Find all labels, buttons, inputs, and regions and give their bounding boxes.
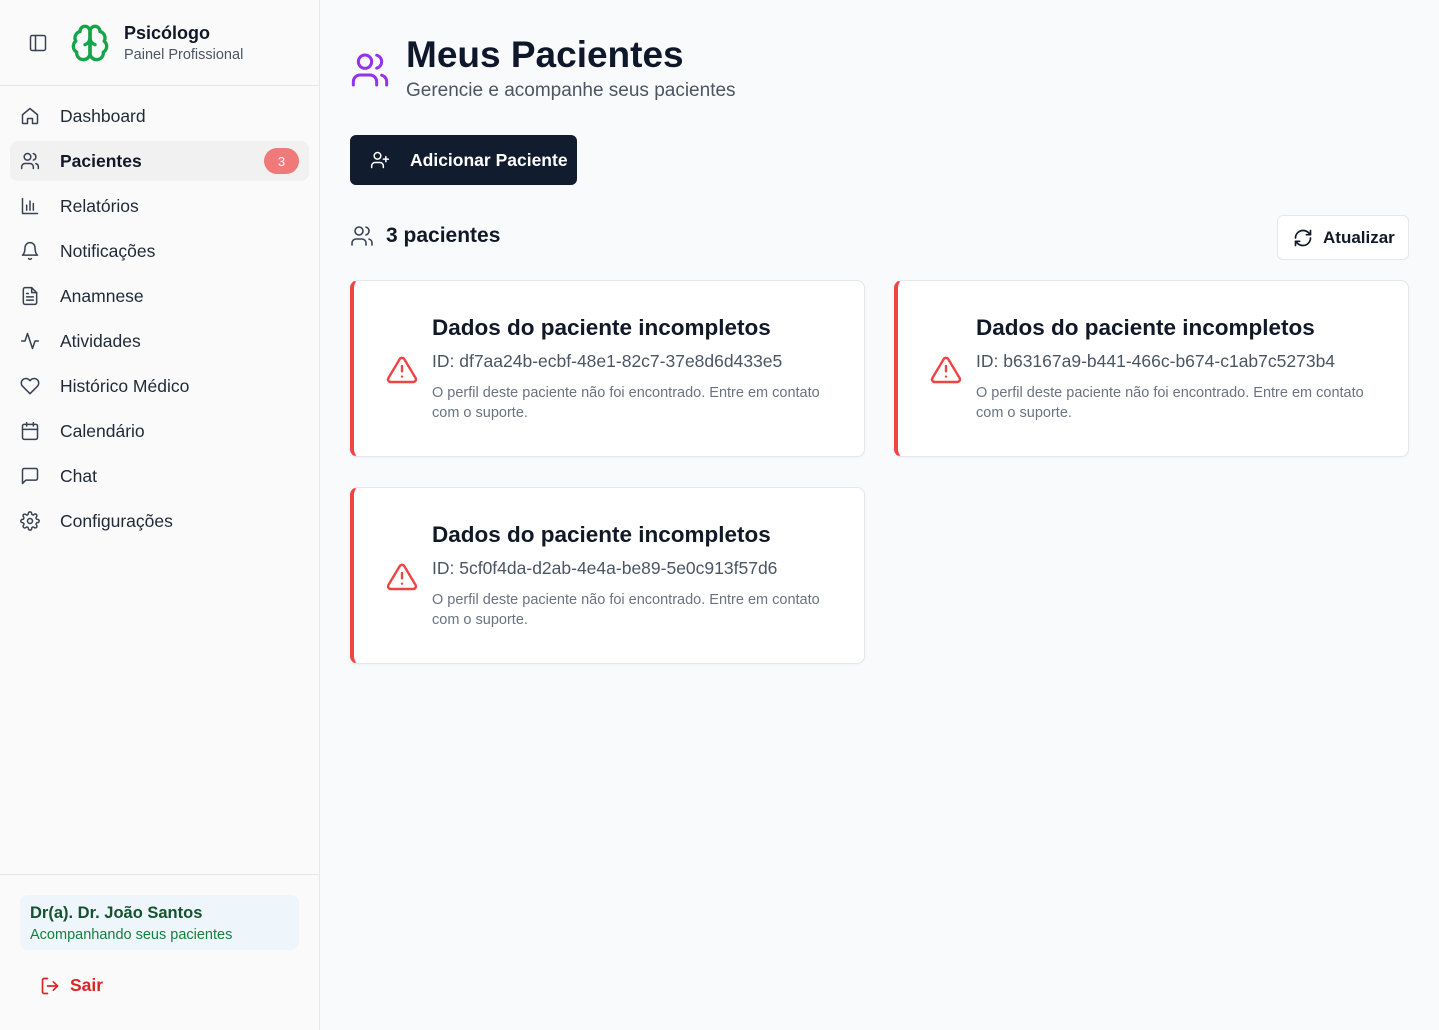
brand: Psicólogo Painel Profissional (124, 23, 243, 63)
sidebar-item-label: Atividades (60, 330, 141, 351)
users-icon (350, 50, 390, 90)
user-name: Dr(a). Dr. João Santos (30, 904, 203, 922)
users-icon (20, 151, 40, 171)
home-icon (20, 106, 40, 126)
settings-icon (20, 511, 40, 531)
sidebar: Psicólogo Painel Profissional Dashboard … (0, 0, 320, 1030)
brain-logo-icon (70, 23, 110, 63)
add-patient-button[interactable]: Adicionar Paciente (350, 135, 577, 185)
patient-card[interactable]: Dados do paciente incompletos ID: b63167… (894, 280, 1409, 457)
patients-count-badge: 3 (264, 148, 299, 174)
add-patient-label: Adicionar Paciente (410, 149, 568, 170)
sidebar-nav: Dashboard Pacientes 3 Relatórios Notific… (0, 86, 319, 541)
page-title: Meus Pacientes (406, 34, 684, 75)
sidebar-item-historico-medico[interactable]: Histórico Médico (10, 366, 309, 406)
card-message: O perfil deste paciente não foi encontra… (432, 385, 820, 421)
users-icon (350, 224, 374, 248)
sidebar-item-anamnese[interactable]: Anamnese (10, 276, 309, 316)
alert-triangle-icon (386, 354, 418, 386)
app-title: Psicólogo (124, 22, 211, 43)
sidebar-header: Psicólogo Painel Profissional (0, 0, 319, 86)
card-title: Dados do paciente incompletos (976, 315, 1315, 340)
sidebar-item-label: Configurações (60, 510, 173, 531)
card-message: O perfil deste paciente não foi encontra… (432, 592, 820, 628)
sidebar-item-label: Histórico Médico (60, 375, 190, 396)
sidebar-item-atividades[interactable]: Atividades (10, 321, 309, 361)
sidebar-item-label: Chat (60, 465, 97, 486)
patients-count-label: 3 pacientes (386, 224, 501, 247)
refresh-label: Atualizar (1323, 227, 1395, 247)
sidebar-item-chat[interactable]: Chat (10, 456, 309, 496)
patient-id: ID: b63167a9-b441-466c-b674-c1ab7c5273b4 (976, 351, 1336, 371)
sidebar-item-label: Calendário (60, 420, 145, 441)
sidebar-item-label: Pacientes (60, 150, 142, 171)
user-subtitle: Acompanhando seus pacientes (30, 927, 233, 943)
sidebar-item-calendario[interactable]: Calendário (10, 411, 309, 451)
activity-icon (20, 331, 40, 351)
page-header: Meus Pacientes Gerencie e acompanhe seus… (350, 34, 736, 102)
sidebar-toggle-icon[interactable] (28, 33, 48, 53)
alert-triangle-icon (930, 354, 962, 386)
sidebar-footer: Dr(a). Dr. João Santos Acompanhando seus… (0, 874, 319, 1030)
card-title: Dados do paciente incompletos (432, 315, 771, 340)
bar-chart-icon (20, 196, 40, 216)
file-text-icon (20, 286, 40, 306)
refresh-icon (1293, 228, 1313, 248)
sidebar-item-pacientes[interactable]: Pacientes 3 (10, 141, 309, 181)
page-subtitle: Gerencie e acompanhe seus pacientes (406, 80, 736, 101)
logout-button[interactable]: Sair (40, 975, 103, 996)
sidebar-item-dashboard[interactable]: Dashboard (10, 96, 309, 136)
app-subtitle: Painel Profissional (124, 46, 244, 63)
alert-triangle-icon (386, 561, 418, 593)
refresh-button[interactable]: Atualizar (1277, 215, 1409, 260)
calendar-icon (20, 421, 40, 441)
sidebar-item-configuracoes[interactable]: Configurações (10, 501, 309, 541)
patient-id: ID: df7aa24b-ecbf-48e1-82c7-37e8d6d433e5 (432, 351, 783, 371)
card-title: Dados do paciente incompletos (432, 522, 771, 547)
main-content: Meus Pacientes Gerencie e acompanhe seus… (320, 0, 1439, 1030)
user-card: Dr(a). Dr. João Santos Acompanhando seus… (20, 895, 299, 950)
card-message: O perfil deste paciente não foi encontra… (976, 385, 1364, 421)
patient-card[interactable]: Dados do paciente incompletos ID: 5cf0f4… (350, 487, 865, 664)
sidebar-item-label: Notificações (60, 240, 156, 261)
bell-icon (20, 241, 40, 261)
sidebar-item-label: Dashboard (60, 105, 146, 126)
log-out-icon (40, 976, 60, 996)
user-plus-icon (370, 150, 390, 170)
heart-icon (20, 376, 40, 396)
sidebar-item-relatorios[interactable]: Relatórios (10, 186, 309, 226)
logout-label: Sair (70, 975, 104, 995)
sidebar-item-label: Anamnese (60, 285, 144, 306)
patient-card[interactable]: Dados do paciente incompletos ID: df7aa2… (350, 280, 865, 457)
sidebar-item-label: Relatórios (60, 195, 139, 216)
sidebar-item-notificacoes[interactable]: Notificações (10, 231, 309, 271)
patients-count: 3 pacientes (350, 224, 500, 248)
message-square-icon (20, 466, 40, 486)
patient-id: ID: 5cf0f4da-d2ab-4e4a-be89-5e0c913f57d6 (432, 558, 778, 578)
